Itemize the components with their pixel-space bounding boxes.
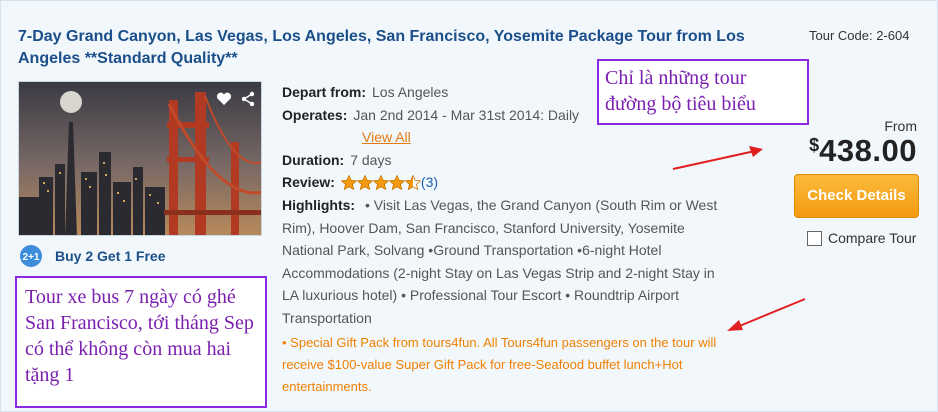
check-details-button[interactable]: Check Details — [794, 174, 919, 218]
operates-value: Jan 2nd 2014 - Mar 31st 2014: Daily — [353, 106, 580, 123]
tour-card: 7-Day Grand Canyon, Las Vegas, Los Angel… — [0, 0, 938, 412]
view-all-link[interactable]: View All — [362, 126, 411, 149]
annotation-arrow-price — [672, 146, 763, 170]
review-stars[interactable] — [340, 175, 421, 191]
star-icon — [356, 175, 373, 191]
highlights-label: Highlights: — [282, 196, 356, 213]
review-label: Review: — [282, 174, 335, 191]
depart-value: Los Angeles — [372, 84, 449, 100]
duration-label: Duration: — [282, 151, 345, 168]
special-gift-text: • Special Gift Pack from tours4fun. All … — [282, 334, 717, 394]
duration-value: 7 days — [350, 151, 392, 168]
share-icon[interactable] — [239, 90, 257, 108]
star-icon — [388, 175, 405, 191]
buy2get1-promo[interactable]: 2+1 Buy 2 Get 1 Free — [19, 244, 166, 268]
tour-photo[interactable] — [18, 81, 262, 236]
compare-checkbox[interactable] — [807, 230, 822, 246]
promo-label: Buy 2 Get 1 Free — [55, 248, 166, 264]
star-icon — [372, 175, 389, 191]
compare-label: Compare Tour — [828, 230, 917, 246]
svg-text:2+1: 2+1 — [23, 252, 40, 263]
buy2get1-icon: 2+1 — [20, 245, 42, 267]
heart-icon[interactable] — [215, 90, 233, 108]
annotation-arrow-special — [727, 298, 806, 331]
highlights-text: • Visit Las Vegas, the Grand Canyon (Sou… — [282, 196, 718, 326]
operates-label: Operates: — [282, 106, 348, 123]
depart-label: Depart from: — [282, 84, 367, 100]
price-from-label: From — [884, 118, 917, 134]
price-amount: 438.00 — [819, 133, 917, 168]
annotation-bottom-note: Tour xe bus 7 ngày có ghé San Francisco,… — [15, 276, 267, 408]
tour-details: Depart from: Los Angeles Operates: Jan 2… — [282, 81, 732, 398]
star-icon — [340, 175, 357, 191]
review-count[interactable]: (3) — [421, 171, 438, 194]
star-half-icon — [404, 175, 421, 191]
price-currency: $ — [809, 135, 820, 155]
annotation-top-note: Chỉ là những tour đường bộ tiêu biểu — [597, 59, 809, 125]
highlights: Highlights: • Visit Las Vegas, the Grand… — [282, 194, 732, 330]
tour-code: Tour Code: 2-604 — [809, 28, 910, 43]
compare-tour[interactable]: Compare Tour — [807, 230, 916, 246]
price: $ 438.00 — [809, 133, 917, 169]
